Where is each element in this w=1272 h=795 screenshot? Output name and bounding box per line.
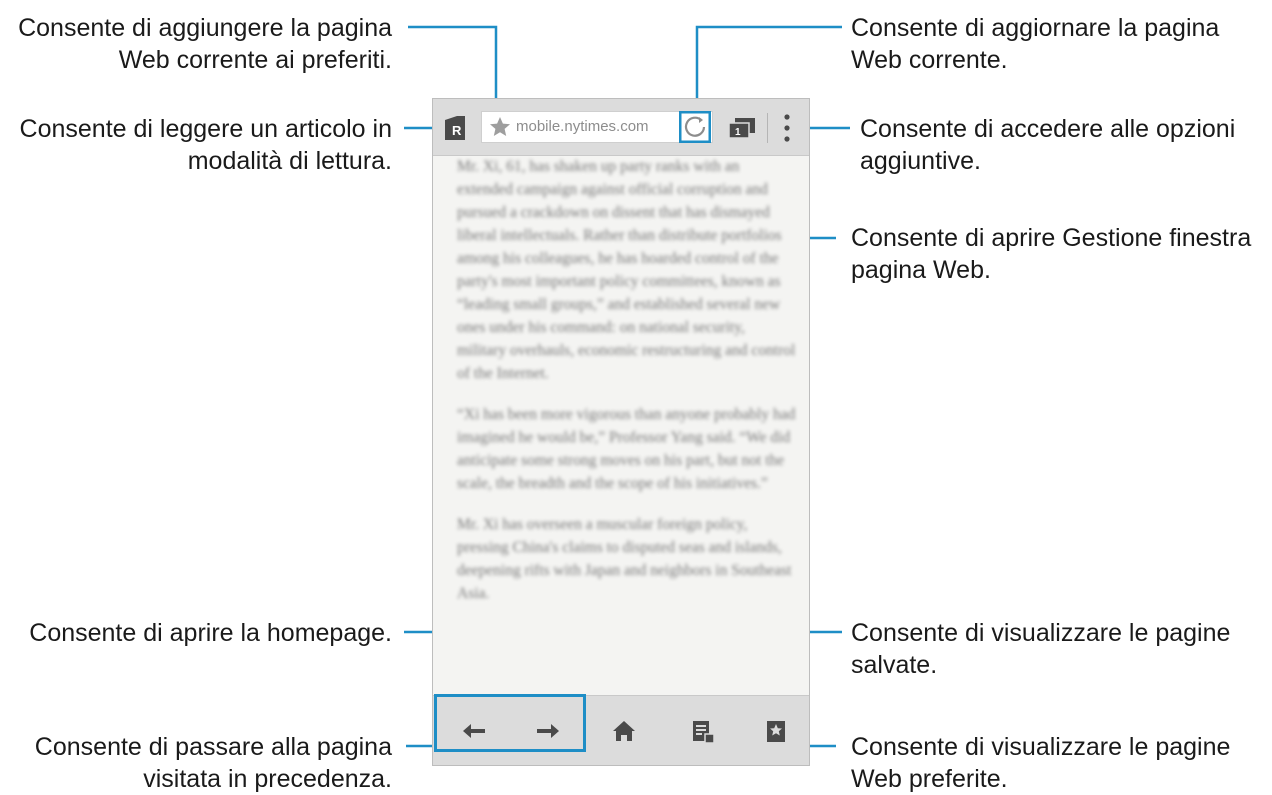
toolbar-divider <box>767 113 768 143</box>
callout-text: modalità di lettura. <box>187 147 392 175</box>
home-icon[interactable] <box>607 714 641 748</box>
callout-text: Consente di visualizzare le pagine <box>851 619 1231 647</box>
callout-window-manager: Consente di aprire Gestione finestra pag… <box>851 222 1266 286</box>
callout-text: visitata in precedenza. <box>143 765 392 793</box>
bookmarks-icon[interactable] <box>759 714 793 748</box>
back-forward-highlight <box>434 694 586 752</box>
callout-add-bookmark: Consente di aggiungere la pagina Web cor… <box>0 12 392 76</box>
callout-text: aggiuntive. <box>860 147 981 175</box>
callout-reader-mode: Consente di leggere un articolo in modal… <box>0 113 392 177</box>
callout-previous-page: Consente di passare alla pagina visitata… <box>0 731 392 795</box>
refresh-icon[interactable] <box>679 111 711 143</box>
callout-homepage: Consente di aprire la homepage. <box>0 617 392 649</box>
callout-text: Consente di visualizzare le pagine <box>851 733 1231 761</box>
svg-text:1: 1 <box>735 127 741 138</box>
callout-text: Web corrente. <box>851 46 1008 74</box>
callout-text: salvate. <box>851 651 938 679</box>
reader-mode-icon[interactable]: R <box>443 114 467 142</box>
saved-pages-icon[interactable] <box>685 714 719 748</box>
callout-text: Consente di aprire Gestione finestra <box>851 224 1252 252</box>
callout-text: Consente di aggiungere la pagina <box>18 14 392 42</box>
callout-text: Consente di aggiornare la pagina <box>851 14 1220 42</box>
svg-text:R: R <box>452 123 462 138</box>
url-text: mobile.nytimes.com <box>516 118 649 135</box>
callout-saved-pages: Consente di visualizzare le pagine salva… <box>851 617 1266 681</box>
window-manager-icon[interactable]: 1 <box>727 115 757 141</box>
callout-more-options: Consente di accedere alle opzioni aggiun… <box>860 113 1265 177</box>
callout-refresh: Consente di aggiornare la pagina Web cor… <box>851 12 1266 76</box>
callout-text: Consente di aprire la homepage. <box>29 619 392 647</box>
more-options-icon[interactable] <box>779 111 795 145</box>
article-paragraph: Mr. Xi, 61, has shaken up party ranks wi… <box>457 158 796 382</box>
browser-toolbar: R mobile.nytimes.com 1 <box>433 99 809 156</box>
browser-screen: R mobile.nytimes.com 1 Mr. Xi, 61, has s… <box>432 98 810 766</box>
star-icon[interactable] <box>488 115 512 139</box>
callout-text: pagina Web. <box>851 256 991 284</box>
callout-text: Web corrente ai preferiti. <box>118 46 392 74</box>
callout-text: Consente di passare alla pagina <box>34 733 392 761</box>
callout-text: Consente di accedere alle opzioni <box>860 115 1236 143</box>
callout-text: Web preferite. <box>851 765 1008 793</box>
callout-text: Consente di leggere un articolo in <box>19 115 392 143</box>
article-paragraph: “Xi has been more vigorous than anyone p… <box>457 406 796 492</box>
callout-bookmarks: Consente di visualizzare le pagine Web p… <box>851 731 1266 795</box>
article-content: Mr. Xi, 61, has shaken up party ranks wi… <box>457 155 797 695</box>
article-paragraph: Mr. Xi has overseen a muscular foreign p… <box>457 516 792 602</box>
